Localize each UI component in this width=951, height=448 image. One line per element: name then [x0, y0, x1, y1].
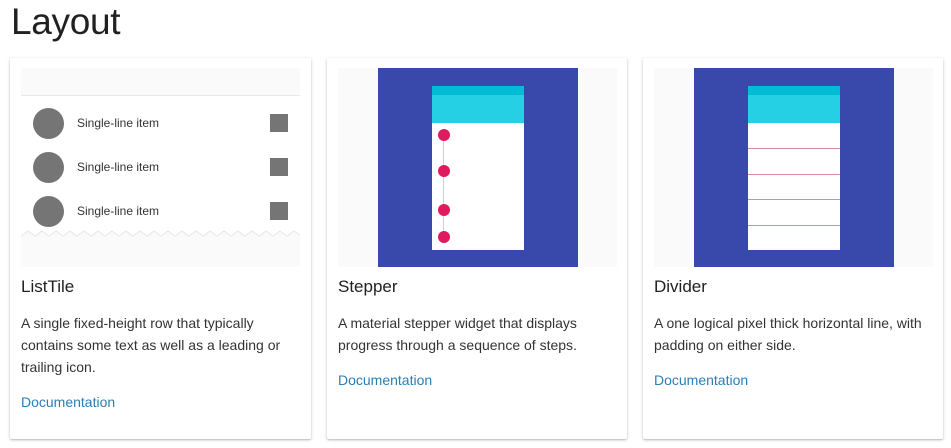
listtile-thumbnail: Single-line item Single-line item Single… — [21, 68, 300, 267]
card-description: A single fixed-height row that typically… — [21, 315, 281, 375]
stepper-thumbnail — [338, 68, 617, 267]
status-bar — [748, 86, 840, 95]
torn-edge-decoration — [21, 230, 300, 248]
documentation-link[interactable]: Documentation — [21, 394, 115, 410]
trailing-square-icon — [270, 114, 288, 132]
list-sheet: Single-line item Single-line item Single… — [21, 95, 300, 240]
phone-mockup — [748, 86, 840, 250]
card-description: A material stepper widget that displays … — [338, 315, 577, 353]
list-item-label: Single-line item — [77, 160, 160, 174]
leading-avatar-icon — [33, 108, 64, 139]
divider-line — [748, 225, 840, 226]
documentation-link[interactable]: Documentation — [338, 372, 432, 388]
divider-thumbnail — [654, 68, 933, 267]
step-dot-icon — [438, 204, 450, 216]
step-dot-icon — [438, 165, 450, 177]
stepper-connector-line — [443, 132, 444, 238]
listtile-card: Single-line item Single-line item Single… — [10, 58, 311, 439]
divider-card: Divider A one logical pixel thick horizo… — [643, 58, 943, 439]
illustration-background — [378, 68, 578, 267]
app-bar — [748, 95, 840, 123]
card-description: A one logical pixel thick horizontal lin… — [654, 315, 922, 353]
leading-avatar-icon — [33, 152, 64, 183]
card-title: Stepper — [338, 277, 398, 296]
card-title: Divider — [654, 277, 707, 296]
page-title: Layout — [11, 1, 121, 42]
app-bar — [432, 95, 524, 123]
step-dot-icon — [438, 129, 450, 141]
list-item-label: Single-line item — [77, 116, 160, 130]
divider-line — [748, 148, 840, 149]
card-title: ListTile — [21, 277, 75, 296]
phone-mockup — [432, 86, 524, 250]
trailing-square-icon — [270, 202, 288, 220]
list-item-label: Single-line item — [77, 204, 160, 218]
stepper-card: Stepper A material stepper widget that d… — [327, 58, 627, 439]
divider-line — [748, 174, 840, 175]
illustration-background — [694, 68, 894, 267]
list-item: Single-line item — [21, 102, 300, 146]
status-bar — [432, 86, 524, 95]
documentation-link[interactable]: Documentation — [654, 372, 748, 388]
trailing-square-icon — [270, 158, 288, 176]
leading-avatar-icon — [33, 196, 64, 227]
step-dot-icon — [438, 231, 450, 243]
list-item: Single-line item — [21, 146, 300, 190]
divider-line — [748, 199, 840, 200]
